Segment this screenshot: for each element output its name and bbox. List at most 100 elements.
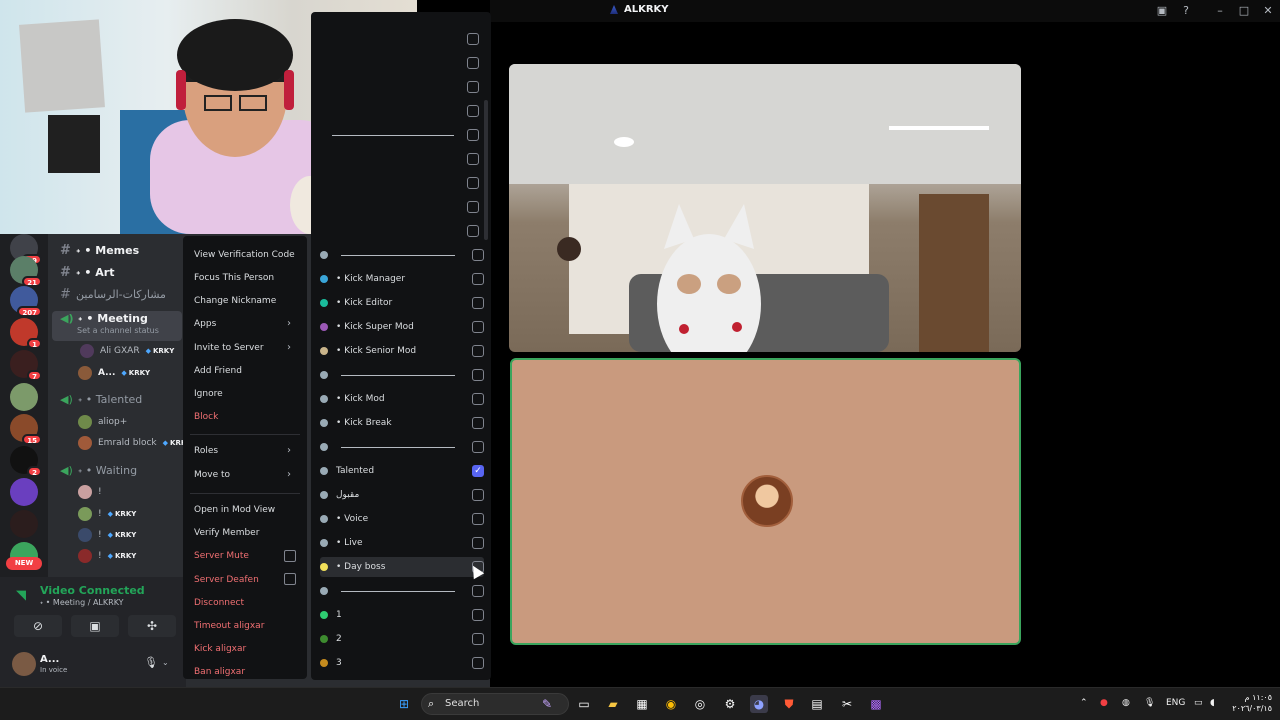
role-checkbox[interactable] (467, 153, 479, 165)
role-checkbox[interactable] (472, 393, 484, 405)
minimize-button[interactable]: – (1212, 3, 1228, 19)
role-item[interactable]: • Kick Super Mod (320, 317, 484, 337)
role-checkbox[interactable] (472, 513, 484, 525)
help-icon[interactable]: ? (1178, 3, 1194, 19)
role-item[interactable]: 3 (320, 653, 484, 673)
voice-member[interactable]: ! (78, 483, 102, 501)
app-icon[interactable]: ◎ (691, 695, 709, 713)
menu-focus-person[interactable]: Focus This Person (194, 273, 274, 283)
chevron-up-icon[interactable]: ⌃ (1080, 698, 1088, 708)
role-checkbox[interactable] (472, 273, 484, 285)
camera-off-button[interactable]: ⊘ (14, 615, 62, 637)
server-mute-checkbox[interactable] (284, 550, 296, 562)
role-item[interactable]: مقبول (320, 485, 484, 505)
inbox-icon[interactable]: ▣ (1154, 3, 1170, 19)
menu-invite-to-server[interactable]: Invite to Server (194, 343, 264, 353)
voice-status-subtitle[interactable]: ˖ • Meeting / ALKRKY (40, 598, 124, 607)
voice-channel-talented[interactable]: ◀) ˖ • Talented (60, 389, 142, 409)
settings-icon[interactable]: ⚙ (721, 695, 739, 713)
menu-change-nickname[interactable]: Change Nickname (194, 296, 276, 306)
brave-icon[interactable]: ⛊ (780, 695, 798, 713)
mic-tray-icon[interactable]: 🎙︎ (1144, 698, 1155, 708)
taskbar-time[interactable]: ١١:٠٥ م (1232, 693, 1272, 702)
voice-participant-tile[interactable] (510, 358, 1021, 645)
close-button[interactable]: ✕ (1260, 3, 1276, 19)
server-icon[interactable]: 15 (10, 414, 42, 445)
role-checkbox[interactable] (472, 297, 484, 309)
volume-icon[interactable]: ◖ (1210, 698, 1215, 708)
chevron-down-icon[interactable]: ⌄ (162, 658, 169, 667)
role-checkbox[interactable]: ✓ (472, 465, 484, 477)
role-checkbox[interactable] (472, 585, 484, 597)
role-checkbox[interactable] (472, 609, 484, 621)
role-item[interactable]: 1 (320, 605, 484, 625)
role-checkbox[interactable] (467, 177, 479, 189)
role-checkbox[interactable] (472, 657, 484, 669)
activities-button[interactable]: ✣ (128, 615, 176, 637)
role-checkbox[interactable] (467, 225, 479, 237)
role-checkbox[interactable] (472, 489, 484, 501)
task-view-icon[interactable]: ▭ (575, 695, 593, 713)
menu-add-friend[interactable]: Add Friend (194, 366, 242, 376)
voice-channel-waiting[interactable]: ◀) ˖ • Waiting (60, 460, 137, 480)
menu-open-mod-view[interactable]: Open in Mod View (194, 505, 275, 515)
role-item[interactable]: • Kick Mod (320, 389, 484, 409)
role-item[interactable]: • Voice (320, 509, 484, 529)
maximize-button[interactable]: □ (1236, 3, 1252, 19)
role-item[interactable]: • Day boss (320, 557, 484, 577)
language-indicator[interactable]: ENG (1166, 698, 1185, 708)
video-tile[interactable] (509, 64, 1021, 352)
role-checkbox[interactable] (467, 81, 479, 93)
role-divider[interactable] (320, 245, 484, 265)
channel-memes[interactable]: # ˖ • Memes (60, 240, 139, 260)
role-checkbox[interactable] (472, 369, 484, 381)
roles-scrollbar[interactable] (484, 100, 488, 240)
capcut-icon[interactable]: ✂ (838, 695, 856, 713)
discord-icon[interactable]: ◕ (750, 695, 768, 713)
channel-arabic[interactable]: # مشاركات-الرسامين (60, 284, 166, 304)
server-icon[interactable]: 207 (10, 286, 42, 317)
role-divider[interactable] (320, 365, 484, 385)
server-icon[interactable]: 7 (10, 350, 42, 381)
user-avatar[interactable] (12, 652, 36, 676)
menu-roles[interactable]: Roles (194, 446, 218, 456)
voice-member[interactable]: Emrald block ◆ KRK (78, 434, 186, 452)
role-checkbox[interactable] (472, 537, 484, 549)
menu-verify-member[interactable]: Verify Member (194, 528, 259, 538)
microphone-icon[interactable]: 🎙︎ (144, 656, 158, 669)
server-icon[interactable] (10, 383, 38, 411)
role-checkbox[interactable] (467, 201, 479, 213)
server-icon[interactable]: 1 (10, 318, 42, 349)
menu-view-verification-code[interactable]: View Verification Code (194, 250, 295, 260)
role-checkbox[interactable] (472, 249, 484, 261)
voice-status-title[interactable]: Video Connected (40, 584, 145, 597)
new-badge[interactable]: NEW (6, 557, 42, 570)
role-checkbox[interactable] (472, 633, 484, 645)
menu-ignore[interactable]: Ignore (194, 389, 223, 399)
chrome-icon[interactable]: ◉ (662, 695, 680, 713)
role-divider[interactable] (320, 437, 484, 457)
taskbar-date[interactable]: ٢٠٢٦/٠٣/١٥ (1228, 704, 1272, 713)
role-checkbox[interactable] (472, 321, 484, 333)
menu-server-mute[interactable]: Server Mute (194, 551, 249, 561)
role-item[interactable]: • Kick Senior Mod (320, 341, 484, 361)
role-divider[interactable] (320, 581, 484, 601)
menu-apps[interactable]: Apps (194, 319, 216, 329)
role-checkbox[interactable] (472, 345, 484, 357)
menu-kick[interactable]: Kick aligxar (194, 644, 246, 654)
server-deafen-checkbox[interactable] (284, 573, 296, 585)
voice-member[interactable]: ! ◆ KRKY (78, 526, 136, 544)
role-item[interactable]: • Live (320, 533, 484, 553)
voice-member[interactable]: A... ◆ KRKY (78, 364, 150, 382)
menu-server-deafen[interactable]: Server Deafen (194, 575, 259, 585)
tray-app-icon[interactable]: ◍ (1122, 698, 1130, 708)
server-icon[interactable]: 21 (10, 256, 42, 287)
tray-app-icon[interactable]: ● (1100, 698, 1108, 708)
app-icon[interactable]: ▩ (867, 695, 885, 713)
voice-channel-meeting[interactable]: ◀) ˖ • Meeting (60, 308, 148, 328)
role-checkbox[interactable] (472, 417, 484, 429)
server-icon[interactable] (10, 478, 38, 506)
user-name[interactable]: A... (40, 654, 59, 665)
menu-disconnect[interactable]: Disconnect (194, 598, 244, 608)
server-icon[interactable]: 2 (10, 446, 42, 477)
